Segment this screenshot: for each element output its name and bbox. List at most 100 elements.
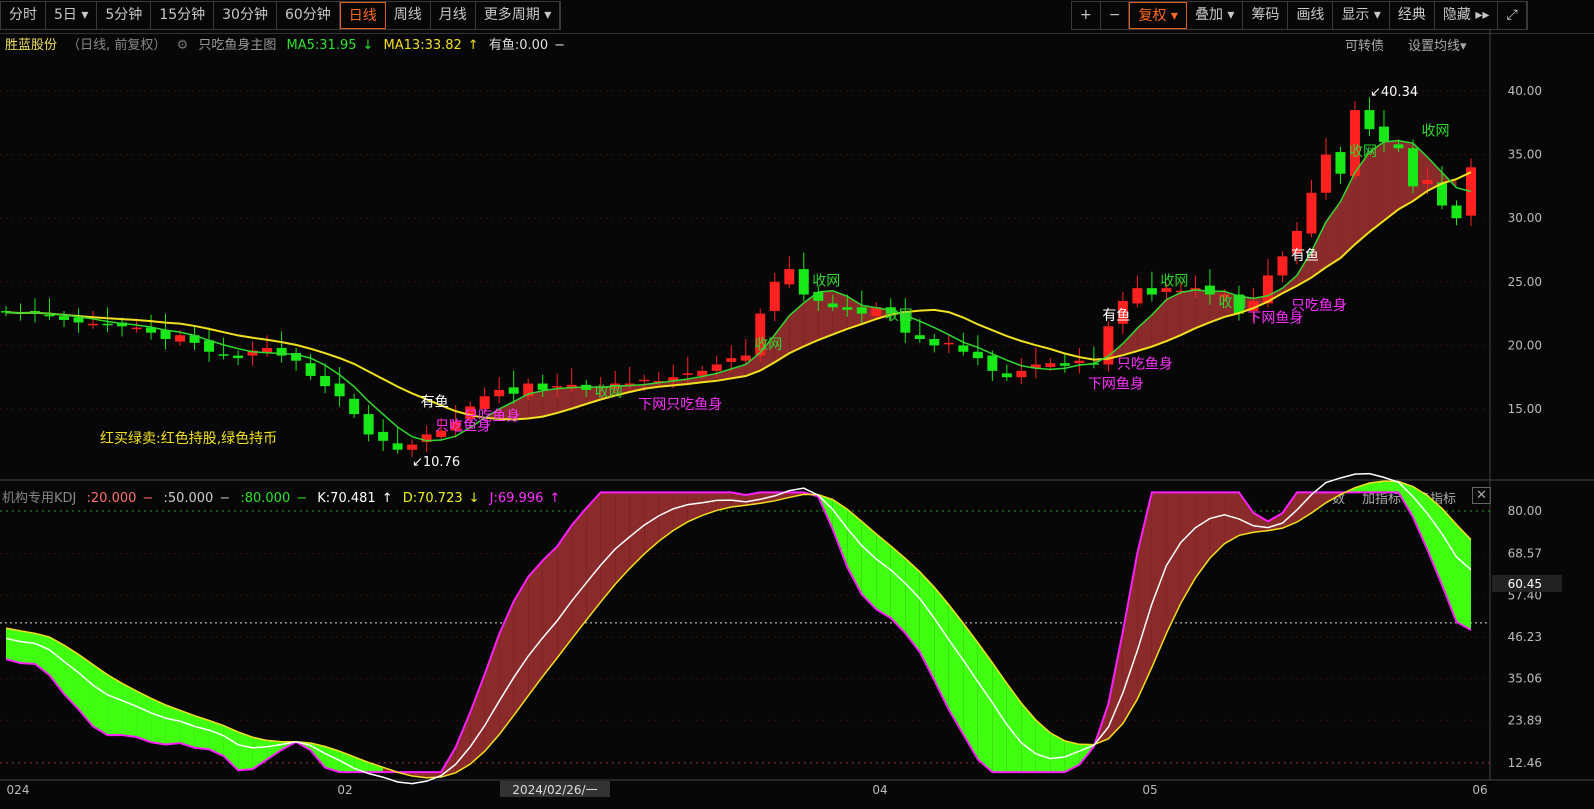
candle [552, 386, 563, 388]
low-label: ↙10.76 [412, 455, 460, 470]
kdj-band [702, 492, 717, 516]
kdj-band [919, 571, 935, 681]
kline-chart[interactable]: 40.00 35.00 30.00 25.00 20.00 15.00 80.00 68.57… [0, 0, 1594, 809]
candle [494, 389, 505, 397]
kdj-band [1311, 492, 1326, 513]
chart-annotation: 下网鱼身 [1247, 310, 1303, 327]
kdj-tick: 35.06 [1508, 672, 1542, 686]
candle [929, 339, 940, 346]
kdj-band [528, 560, 543, 696]
candle [813, 291, 824, 301]
candle [131, 327, 142, 330]
chart-annotation: 收网 [595, 384, 623, 400]
kdj-band [151, 698, 166, 745]
price-tick: 20.00 [1508, 338, 1542, 352]
candle [1378, 126, 1389, 142]
kdj-tick: 68.57 [1508, 547, 1542, 561]
chart-annotation: 收网 [885, 308, 913, 324]
candle [958, 345, 969, 352]
candle [711, 364, 722, 371]
kdj-band [673, 492, 688, 531]
candle [233, 355, 244, 359]
kdj-band [20, 630, 36, 664]
candle [1001, 373, 1012, 378]
candle [218, 354, 229, 356]
kdj-band [658, 492, 674, 542]
candle [1320, 154, 1331, 193]
candle [305, 363, 316, 376]
candle [363, 414, 374, 435]
kdj-band [1427, 495, 1442, 585]
chart-annotation: 收网 [754, 337, 782, 353]
candle [1204, 285, 1215, 295]
date-tick: 05 [1142, 783, 1157, 797]
candle [1016, 370, 1027, 378]
chart-annotation: 下网只吃鱼身 [638, 396, 722, 413]
date-tick: 04 [872, 783, 887, 797]
candle [102, 323, 113, 326]
kdj-tick: 23.89 [1508, 713, 1542, 727]
candle [479, 396, 490, 409]
ma-band [789, 302, 804, 354]
candle [1045, 363, 1056, 368]
kdj-band [93, 664, 108, 736]
candle [914, 335, 925, 340]
price-tick: 25.00 [1508, 275, 1542, 289]
kdj-band [934, 587, 949, 710]
kdj-band [64, 645, 79, 710]
candle [334, 383, 345, 397]
kdj-band [1122, 552, 1138, 724]
candle [73, 317, 84, 323]
price-tick: 30.00 [1508, 211, 1542, 225]
kdj-band [687, 492, 703, 522]
date-tick: 02 [337, 783, 352, 797]
kdj-band [876, 533, 891, 619]
candle [726, 358, 737, 362]
candle [1335, 152, 1346, 174]
date-tick: 024 [7, 783, 30, 797]
price-tick: 15.00 [1508, 402, 1542, 416]
candle [784, 269, 795, 285]
candle [769, 281, 780, 312]
chart-annotation: 收网 [1349, 144, 1377, 160]
kdj-band [1151, 492, 1167, 668]
kdj-band [6, 628, 21, 664]
ma5-line [5, 139, 1472, 442]
chart-annotation: 收网 [1421, 124, 1449, 140]
ma-band [1137, 314, 1152, 351]
chart-annotation: 收网 [1160, 274, 1188, 290]
kdj-band [977, 642, 993, 773]
candle [1393, 144, 1404, 149]
candle [972, 351, 983, 359]
candle [1277, 256, 1288, 276]
chart-annotation: 收网 [1218, 295, 1246, 311]
kdj-band [586, 492, 601, 621]
candle [987, 355, 998, 371]
chart-annotation: 有鱼 [1291, 247, 1319, 264]
candle [842, 307, 853, 310]
chart-annotation: 收网 [812, 274, 840, 290]
kdj-band [136, 690, 152, 743]
candle [392, 443, 403, 450]
kdj-current: 60.45 [1508, 577, 1542, 591]
kdj-band [1253, 512, 1268, 533]
candle [59, 316, 70, 320]
kdj-band [107, 674, 123, 736]
kdj-band [1021, 703, 1036, 773]
kdj-band [1209, 492, 1225, 559]
candle [537, 383, 548, 390]
kdj-band [122, 683, 137, 738]
chart-annotation: 下网鱼身 [1088, 376, 1144, 393]
kdj-band [1050, 732, 1065, 773]
chart-annotation: 只吃鱼身 [1117, 355, 1173, 372]
kdj-band [267, 740, 282, 760]
kdj-band [571, 508, 587, 639]
candle [175, 335, 186, 342]
cursor-date: 2024/02/26/一 [512, 783, 597, 797]
ma13-line [5, 171, 1472, 421]
candle [1132, 288, 1143, 304]
kdj-band [1456, 524, 1471, 631]
kdj-band [557, 525, 572, 658]
kdj-band [600, 492, 616, 602]
kdj-band [1180, 492, 1196, 604]
